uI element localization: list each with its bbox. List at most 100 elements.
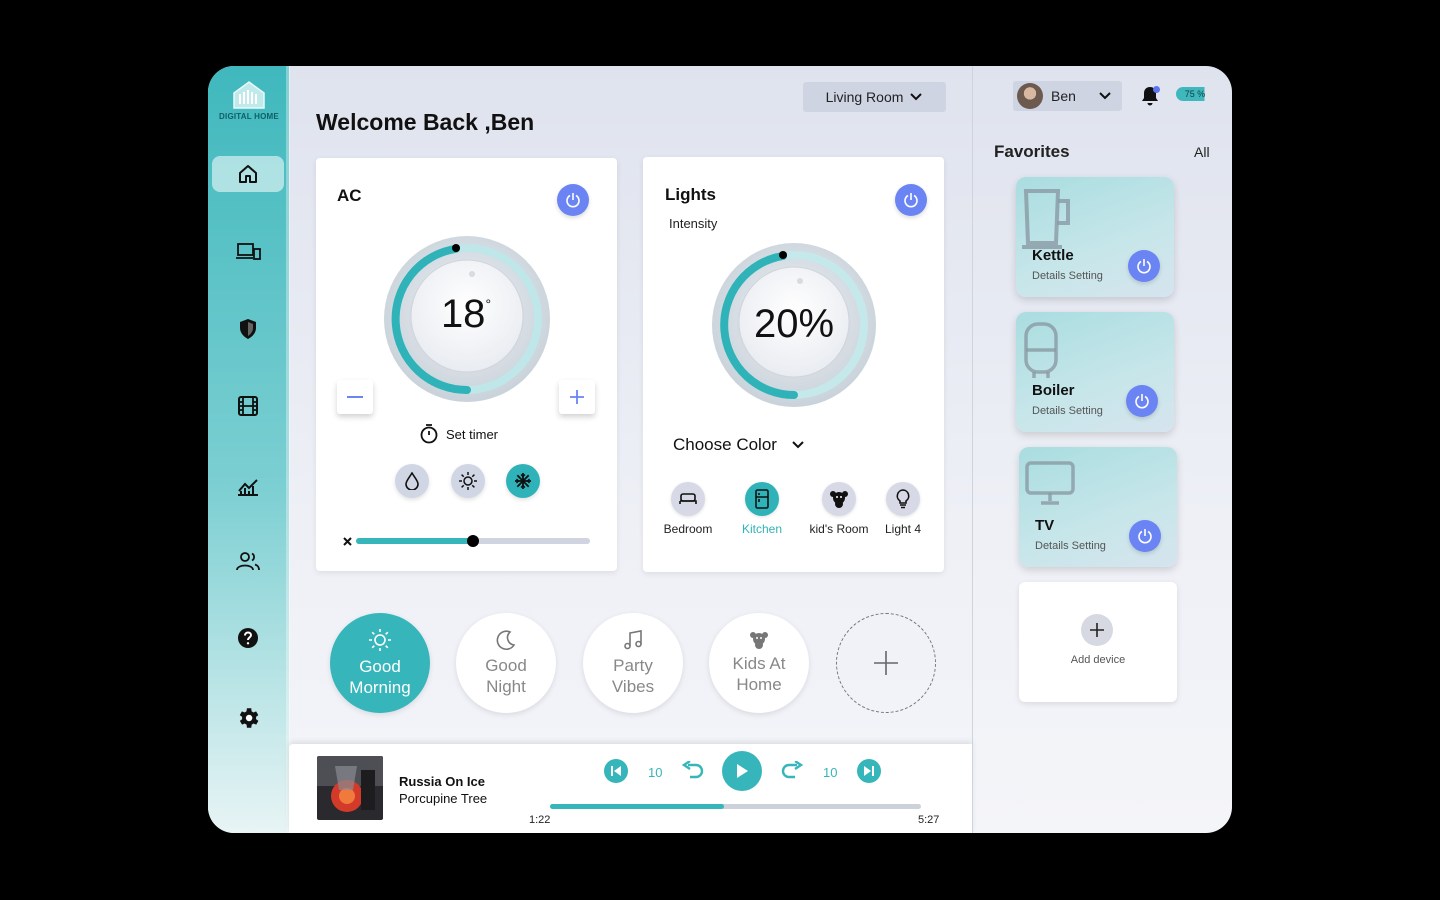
timer-icon — [420, 424, 438, 444]
power-icon — [1137, 259, 1151, 274]
power-icon — [904, 193, 918, 208]
mode-humidity-button[interactable] — [395, 464, 429, 498]
gear-icon — [239, 708, 259, 728]
degree-symbol: ° — [485, 296, 492, 312]
users-icon — [236, 552, 260, 571]
room-chip-kids-room[interactable]: kid's Room — [804, 482, 874, 536]
ac-card: AC 18° Set timer — [316, 158, 617, 571]
temperature-value: 18° — [416, 292, 516, 337]
album-art — [317, 756, 383, 820]
add-device-card[interactable]: Add device — [1019, 582, 1177, 702]
fan-slider-handle[interactable] — [467, 535, 479, 547]
room-select-value: Living Room — [825, 89, 904, 105]
room-chip-label: kid's Room — [809, 522, 869, 536]
snowflake-icon — [515, 473, 531, 489]
sidebar-item-help[interactable] — [212, 620, 284, 656]
music-player: Russia On Ice Porcupine Tree 10 10 1:22 — [289, 744, 972, 833]
sidebar-item-settings[interactable] — [212, 700, 284, 736]
forward-button[interactable] — [779, 759, 805, 783]
mode-cool-button[interactable] — [506, 464, 540, 498]
favorite-name: TV — [1035, 517, 1055, 534]
brand-logo: DIGITAL HOME — [218, 80, 280, 121]
kettle-power-button[interactable] — [1128, 250, 1160, 282]
decrease-temperature-button[interactable] — [337, 380, 373, 414]
power-icon — [1135, 394, 1149, 409]
room-select[interactable]: Living Room — [803, 82, 946, 112]
scene-good-night-button[interactable]: Good Night — [456, 613, 556, 713]
sun-icon — [459, 472, 477, 490]
tv-icon — [1025, 461, 1075, 505]
chevron-down-icon — [910, 93, 923, 101]
add-device-button[interactable] — [1081, 614, 1113, 646]
progress-fill — [550, 804, 725, 809]
skip-previous-icon — [611, 766, 621, 776]
favorites-all-link[interactable]: All — [1194, 144, 1210, 160]
play-button[interactable] — [722, 751, 762, 791]
room-chip-label: Light 4 — [884, 522, 922, 536]
fan-slider-fill — [356, 538, 473, 544]
home-icon — [239, 165, 257, 183]
choose-color-select[interactable]: Choose Color — [673, 435, 805, 455]
rewind-button[interactable] — [680, 759, 706, 783]
scene-good-morning-button[interactable]: Good Morning — [330, 613, 430, 713]
favorite-boiler-card[interactable]: Boiler Details Setting — [1016, 312, 1174, 432]
sidebar-item-analytics[interactable] — [212, 468, 284, 504]
shield-icon — [240, 319, 256, 339]
sidebar: DIGITAL HOME — [208, 66, 290, 833]
ac-power-button[interactable] — [557, 184, 589, 216]
user-menu[interactable]: Ben — [1013, 81, 1122, 111]
room-chip-kitchen[interactable]: Kitchen — [727, 482, 797, 536]
teddy-icon — [750, 632, 768, 649]
skip-back-seconds: 10 — [648, 765, 663, 780]
increase-temperature-button[interactable] — [559, 380, 595, 414]
scene-kids-at-home-button[interactable]: Kids At Home — [709, 613, 809, 713]
sidebar-item-home[interactable] — [212, 156, 284, 192]
previous-track-button[interactable] — [604, 759, 628, 783]
favorite-kettle-card[interactable]: Kettle Details Setting — [1016, 177, 1174, 297]
battery-indicator: 75 % — [1176, 87, 1214, 101]
sun-icon — [369, 629, 391, 651]
intensity-value: 20% — [753, 302, 835, 346]
plus-icon — [1090, 623, 1104, 637]
add-scene-button[interactable] — [836, 613, 936, 713]
room-chip-light-4[interactable]: Light 4 — [868, 482, 938, 536]
plus-icon — [874, 651, 898, 675]
power-icon — [1138, 529, 1152, 544]
tv-power-button[interactable] — [1129, 520, 1161, 552]
chevron-down-icon — [792, 441, 804, 449]
mode-heat-button[interactable] — [451, 464, 485, 498]
favorite-details-link[interactable]: Details Setting — [1032, 405, 1103, 417]
scene-party-vibes-button[interactable]: Party Vibes — [583, 613, 683, 713]
favorite-details-link[interactable]: Details Setting — [1035, 540, 1106, 552]
next-track-button[interactable] — [857, 759, 881, 783]
favorite-name: Kettle — [1032, 247, 1074, 264]
favorites-title: Favorites — [994, 142, 1070, 161]
sidebar-item-security[interactable] — [212, 311, 284, 347]
scene-label-line1: Party — [613, 656, 653, 675]
app-window: DIGITAL HOME Living Room Welcome Back ,B… — [208, 66, 1232, 833]
favorite-tv-card[interactable]: TV Details Setting — [1019, 447, 1177, 567]
ac-title: AC — [337, 186, 362, 205]
devices-icon — [236, 243, 261, 260]
brand-name: DIGITAL HOME — [219, 112, 279, 121]
set-timer-button[interactable]: Set timer — [420, 424, 498, 444]
boiler-power-button[interactable] — [1126, 385, 1158, 417]
room-chip-bedroom[interactable]: Bedroom — [653, 482, 723, 536]
scene-label-line2: Home — [736, 675, 782, 694]
kettle-icon — [1022, 189, 1070, 249]
scene-label-line1: Good — [359, 657, 401, 676]
choose-color-label: Choose Color — [673, 435, 777, 454]
favorite-details-link[interactable]: Details Setting — [1032, 270, 1103, 282]
power-icon — [566, 193, 580, 208]
film-icon — [238, 396, 258, 416]
bed-icon — [679, 493, 697, 504]
lights-power-button[interactable] — [895, 184, 927, 216]
page-title: Welcome Back ,Ben — [316, 109, 535, 135]
scene-label-line1: Kids At — [732, 654, 786, 673]
play-icon — [737, 764, 748, 778]
chevron-down-icon — [1099, 92, 1111, 100]
teddy-icon — [830, 491, 848, 508]
sidebar-item-users[interactable] — [212, 543, 284, 579]
sidebar-item-devices[interactable] — [212, 234, 284, 270]
sidebar-item-media[interactable] — [212, 388, 284, 424]
